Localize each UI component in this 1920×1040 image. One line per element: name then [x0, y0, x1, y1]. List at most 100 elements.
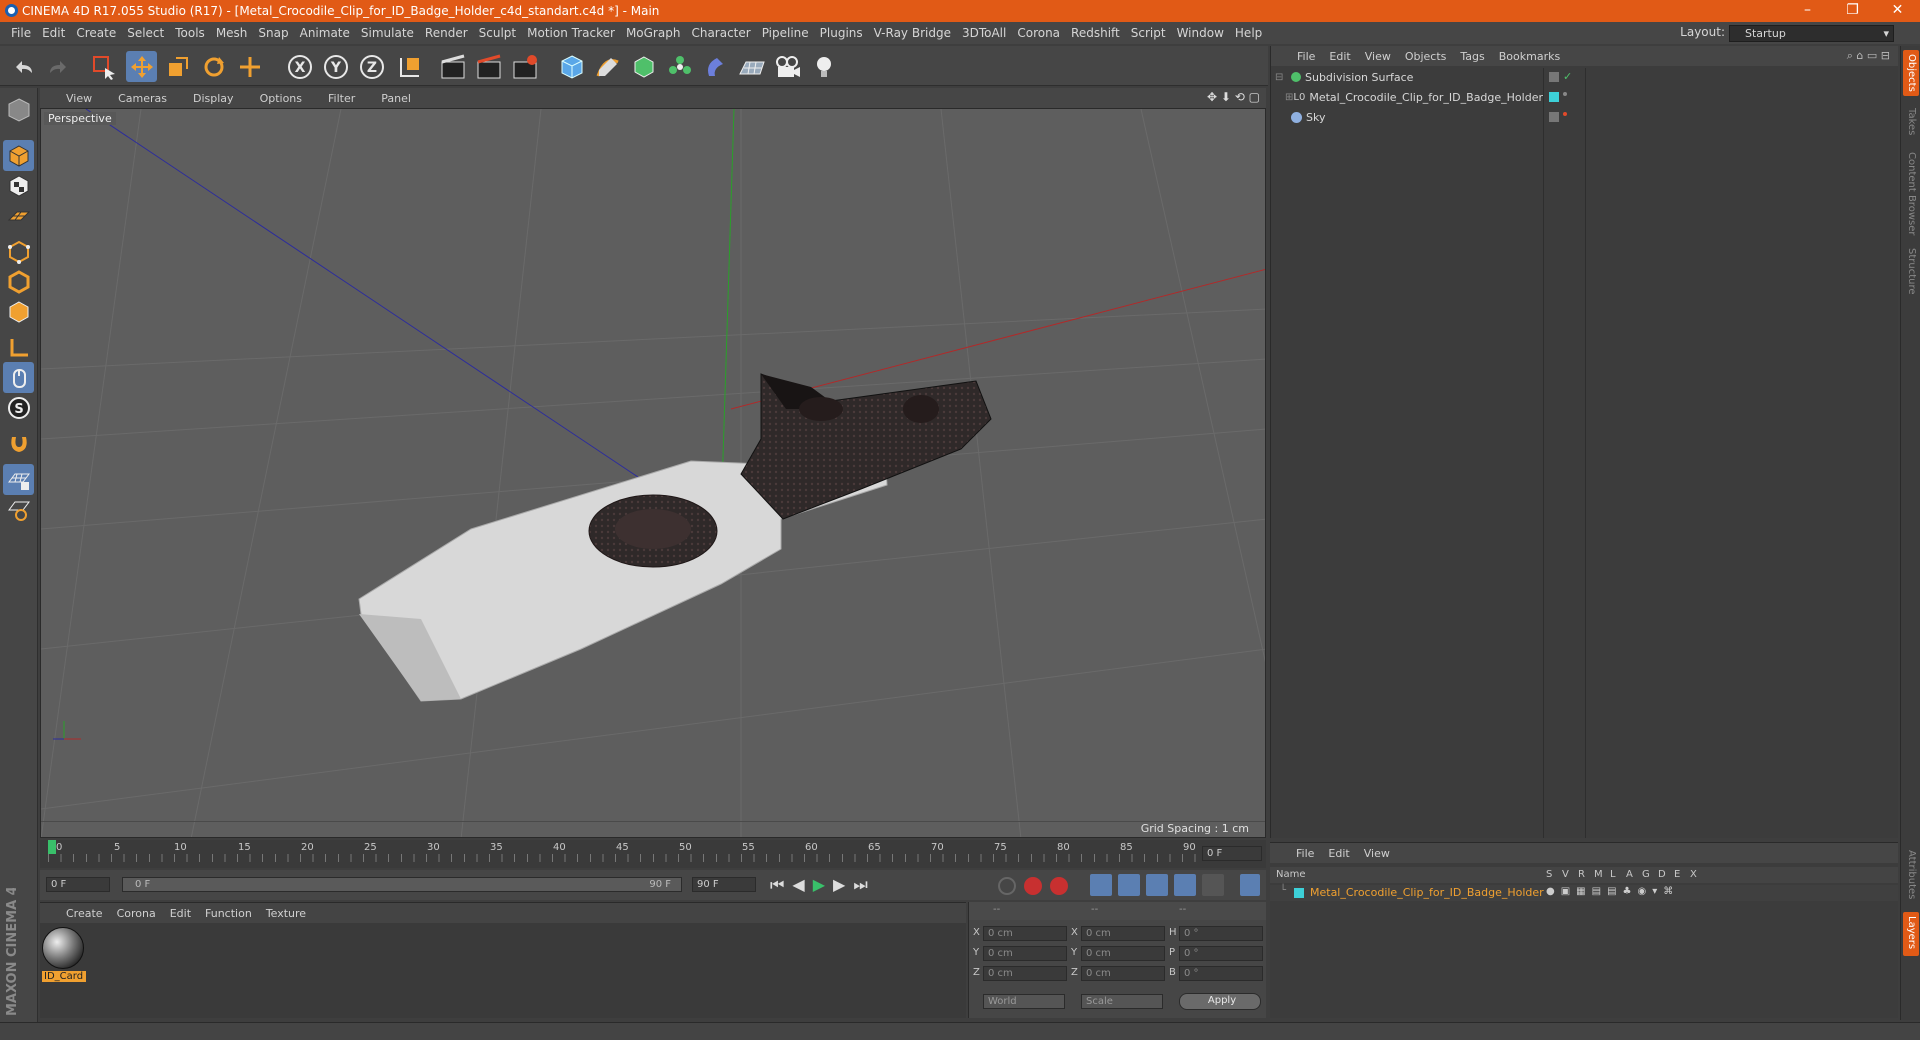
menu-motion-tracker[interactable]: Motion Tracker	[527, 26, 615, 40]
live-selection-button[interactable]	[88, 51, 119, 82]
menu-plugins[interactable]: Plugins	[820, 26, 863, 40]
tab-takes[interactable]: Takes	[1903, 104, 1919, 144]
key-rotation-icon[interactable]	[1146, 874, 1168, 896]
menu-vray-bridge[interactable]: V-Ray Bridge	[874, 26, 951, 40]
pen-spline-button[interactable]	[592, 51, 623, 82]
snap-button[interactable]	[3, 428, 34, 459]
rot-b-field[interactable]: 0 °	[1179, 966, 1263, 981]
menu-corona[interactable]: Corona	[1017, 26, 1060, 40]
menu-mograph[interactable]: MoGraph	[626, 26, 681, 40]
menu-animate[interactable]: Animate	[300, 26, 350, 40]
menu-window[interactable]: Window	[1177, 26, 1224, 40]
workplane-mode-button[interactable]	[3, 200, 34, 231]
start-frame-field[interactable]: 0 F	[46, 877, 110, 892]
key-pla-icon[interactable]	[1202, 874, 1224, 896]
size-mode-select[interactable]: Scale	[1081, 994, 1163, 1009]
tab-attributes[interactable]: Attributes	[1903, 846, 1919, 906]
obj-menu-view[interactable]: View	[1365, 50, 1391, 63]
expand-icon[interactable]: ⊞	[1285, 92, 1293, 103]
vp-menu-display[interactable]: Display	[193, 92, 234, 105]
menu-file[interactable]: File	[11, 26, 31, 40]
coord-system-select[interactable]: World	[983, 994, 1065, 1009]
object-search-icons[interactable]: ⌕ ⌂ ▭ ⊟	[1847, 49, 1890, 63]
mat-menu-function[interactable]: Function	[205, 907, 252, 920]
menu-edit[interactable]: Edit	[42, 26, 65, 40]
obj-menu-tags[interactable]: Tags	[1460, 50, 1484, 63]
vp-menu-cameras[interactable]: Cameras	[118, 92, 167, 105]
scale-tool-button[interactable]	[162, 51, 193, 82]
mat-menu-texture[interactable]: Texture	[266, 907, 306, 920]
menu-render[interactable]: Render	[425, 26, 468, 40]
tab-content-browser[interactable]: Content Browser	[1903, 148, 1919, 238]
menu-tools[interactable]: Tools	[175, 26, 205, 40]
render-picture-viewer-button[interactable]	[474, 51, 505, 82]
x-axis-button[interactable]: X	[284, 51, 315, 82]
redo-button[interactable]	[42, 51, 73, 82]
make-editable-button[interactable]	[3, 94, 34, 125]
autokey-icon[interactable]	[998, 877, 1016, 895]
vp-menu-options[interactable]: Options	[260, 92, 302, 105]
key-scale-icon[interactable]	[1118, 874, 1140, 896]
menu-character[interactable]: Character	[691, 26, 750, 40]
deformer-button[interactable]	[700, 51, 731, 82]
light-button[interactable]	[808, 51, 839, 82]
menu-select[interactable]: Select	[127, 26, 164, 40]
floor-button[interactable]	[736, 51, 767, 82]
axis-mode-button[interactable]	[3, 332, 34, 363]
mograph-cloner-button[interactable]	[664, 51, 695, 82]
move-tool-button[interactable]	[126, 51, 157, 82]
tab-structure[interactable]: Structure	[1903, 244, 1919, 304]
cube-button[interactable]	[556, 51, 587, 82]
material-swatch[interactable]: ID_Card	[42, 927, 86, 985]
pos-y-field[interactable]: 0 cm	[983, 946, 1067, 961]
size-z-field[interactable]: 0 cm	[1081, 966, 1165, 981]
layer-row[interactable]: └ Metal_Crocodile_Clip_for_ID_Badge_Hold…	[1270, 885, 1898, 901]
menu-redshift[interactable]: Redshift	[1071, 26, 1120, 40]
vp-menu-view[interactable]: View	[66, 92, 92, 105]
rot-p-field[interactable]: 0 °	[1179, 946, 1263, 961]
play-icon[interactable]: ▶	[813, 875, 833, 894]
apply-button[interactable]: Apply	[1179, 993, 1261, 1010]
vp-menu-filter[interactable]: Filter	[328, 92, 355, 105]
layer-menu-file[interactable]: File	[1296, 847, 1314, 860]
key-position-icon[interactable]	[1090, 874, 1112, 896]
mat-menu-create[interactable]: Create	[66, 907, 103, 920]
obj-menu-bookmarks[interactable]: Bookmarks	[1499, 50, 1560, 63]
menu-sculpt[interactable]: Sculpt	[479, 26, 516, 40]
close-button[interactable]: ✕	[1875, 0, 1920, 22]
edges-mode-button[interactable]	[3, 266, 34, 297]
pos-x-field[interactable]: 0 cm	[983, 926, 1067, 941]
render-view-button[interactable]	[438, 51, 469, 82]
restore-button[interactable]: ❐	[1830, 0, 1875, 22]
menu-simulate[interactable]: Simulate	[361, 26, 414, 40]
camera-button[interactable]	[772, 51, 803, 82]
workplane-lock-button[interactable]	[3, 464, 34, 495]
next-key-icon[interactable]: ▶	[833, 875, 853, 894]
menu-3dtoall[interactable]: 3DToAll	[962, 26, 1006, 40]
collapse-icon[interactable]: ⊟	[1275, 72, 1287, 83]
workplane-align-button[interactable]	[3, 494, 34, 525]
visibility-dot-icon[interactable]	[1563, 112, 1567, 116]
recent-tool-button[interactable]	[234, 51, 265, 82]
subdivision-button[interactable]	[628, 51, 659, 82]
timeline-ruler[interactable]: 0 5 10 15 20 25 30 35 40 45 50 55 60 65 …	[40, 840, 1266, 868]
timeline-window-icon[interactable]	[1240, 874, 1260, 896]
solo-mode-button[interactable]: S	[3, 392, 34, 423]
menu-create[interactable]: Create	[76, 26, 116, 40]
list-item[interactable]: ⊟ Subdivision Surface	[1275, 68, 1541, 86]
size-x-field[interactable]: 0 cm	[1081, 926, 1165, 941]
points-mode-button[interactable]	[3, 236, 34, 267]
layer-flag-icons[interactable]: ●▣▦▤▤♣◉▾⌘	[1546, 886, 1679, 897]
current-frame-field[interactable]: 0 F	[1202, 846, 1262, 861]
check-icon[interactable]: ✓	[1563, 70, 1572, 83]
mat-menu-edit[interactable]: Edit	[170, 907, 191, 920]
polygons-mode-button[interactable]	[3, 296, 34, 327]
render-settings-button[interactable]	[510, 51, 541, 82]
obj-menu-file[interactable]: File	[1297, 50, 1315, 63]
layer-tag-icon[interactable]	[1549, 72, 1559, 82]
size-y-field[interactable]: 0 cm	[1081, 946, 1165, 961]
tab-layers[interactable]: Layers	[1903, 912, 1919, 956]
perspective-viewport[interactable]: Perspective Grid Spacing : 1 cm	[40, 108, 1266, 838]
go-to-start-icon[interactable]: ⏮	[770, 875, 792, 894]
coordinate-system-button[interactable]	[394, 51, 425, 82]
